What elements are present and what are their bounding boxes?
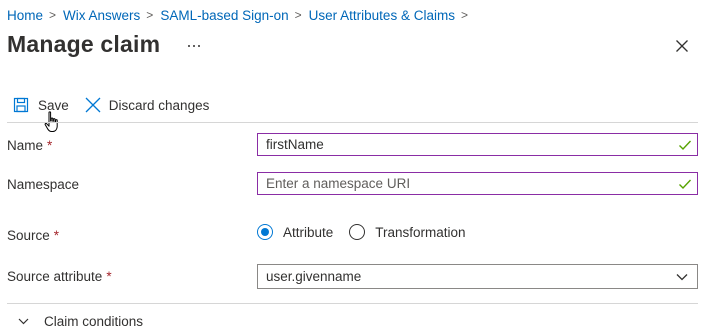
required-indicator: * [47,138,53,153]
breadcrumb-separator: > [49,8,57,22]
radio-unchecked-icon [349,224,366,240]
name-input-value: firstName [266,137,324,152]
breadcrumb-separator: > [294,8,302,22]
discard-changes-button[interactable]: Discard changes [84,96,210,114]
breadcrumb-saml-sign-on[interactable]: SAML-based Sign-on [160,8,288,23]
page-title: Manage claim [7,31,161,57]
breadcrumb: Home > Wix Answers > SAML-based Sign-on … [7,6,475,24]
radio-label-transformation: Transformation [375,224,466,240]
more-icon [187,45,202,47]
discard-changes-label: Discard changes [108,97,210,113]
close-button[interactable] [672,36,692,56]
breadcrumb-user-attributes-claims[interactable]: User Attributes & Claims [309,8,455,23]
close-icon [85,97,101,113]
namespace-input-placeholder: Enter a namespace URI [266,176,411,191]
breadcrumb-home[interactable]: Home [7,8,43,23]
source-radio-attribute[interactable]: Attribute [257,224,333,240]
claim-conditions-label: Claim conditions [44,313,144,329]
breadcrumb-separator: > [146,8,154,22]
source-attribute-value: user.givenname [266,269,362,284]
required-indicator: * [106,269,112,284]
source-attribute-label: Source attribute * [7,269,112,284]
checkmark-icon [679,140,692,150]
chevron-down-icon [18,318,29,324]
source-radio-group: Attribute Transformation [257,222,466,242]
toolbar-divider [7,122,698,123]
name-input[interactable]: firstName [257,133,698,156]
source-label: Source * [7,228,60,243]
chevron-down-icon [676,273,688,280]
claim-conditions-expander[interactable]: Claim conditions [18,312,143,330]
source-attribute-dropdown[interactable]: user.givenname [257,264,698,289]
radio-checked-icon [257,224,273,240]
namespace-input[interactable]: Enter a namespace URI [257,172,698,195]
breadcrumb-wix-answers[interactable]: Wix Answers [63,8,140,23]
more-options-button[interactable] [184,36,204,56]
source-radio-transformation[interactable]: Transformation [349,224,466,240]
section-divider [7,303,698,304]
checkmark-icon [679,179,692,189]
required-indicator: * [53,228,60,243]
radio-label-attribute: Attribute [283,224,334,240]
breadcrumb-separator: > [460,8,468,22]
save-icon [13,97,29,113]
name-label: Name * [7,138,53,153]
close-icon [676,40,688,52]
namespace-label: Namespace [7,177,80,192]
